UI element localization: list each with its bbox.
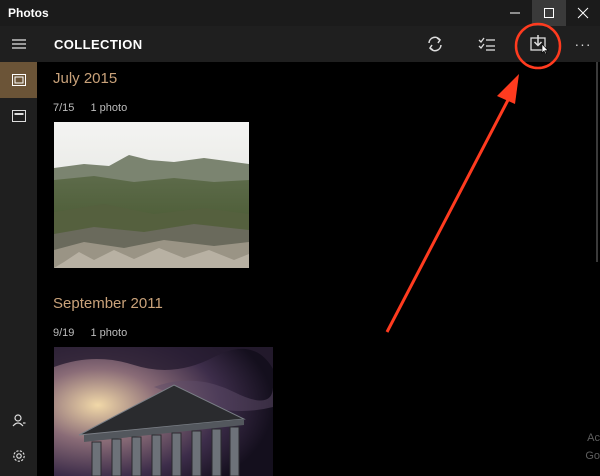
import-button[interactable] — [521, 28, 557, 60]
group-date: 9/19 — [53, 327, 75, 339]
more-icon: ··· — [574, 36, 592, 52]
group-meta: 9/19 1 photo — [53, 327, 127, 339]
group-date: 7/15 — [53, 102, 75, 114]
maximize-icon — [544, 8, 554, 18]
title-bar: Photos — [0, 0, 600, 26]
refresh-icon — [428, 36, 442, 52]
settings-icon — [12, 450, 25, 462]
sidebar-item-albums[interactable] — [0, 98, 37, 134]
sidebar-item-settings[interactable] — [0, 438, 37, 474]
activation-watermark-line2: Go — [585, 450, 600, 462]
select-button[interactable] — [469, 28, 505, 60]
hamburger-icon — [11, 39, 26, 49]
group-count: 1 photo — [90, 102, 128, 114]
temple-photo — [54, 347, 273, 476]
hamburger-menu-button[interactable] — [0, 26, 37, 62]
close-icon — [577, 7, 589, 19]
photo-thumbnail-landscape[interactable] — [54, 122, 249, 268]
sidebar-item-account[interactable] — [0, 402, 37, 438]
sidebar-item-collection[interactable] — [0, 62, 37, 98]
albums-icon — [11, 110, 26, 122]
landscape-photo — [54, 122, 249, 268]
group-title: September 2011 — [53, 295, 163, 312]
refresh-button[interactable] — [417, 28, 453, 60]
minimize-button[interactable] — [498, 0, 532, 26]
group-meta: 7/15 1 photo — [53, 102, 127, 114]
account-icon — [12, 414, 25, 427]
minimize-icon — [510, 12, 520, 14]
more-options-button[interactable]: ··· — [565, 28, 600, 60]
group-title: July 2015 — [53, 70, 118, 87]
maximize-button[interactable] — [532, 0, 566, 26]
scrollbar[interactable] — [594, 62, 600, 262]
app-title: Photos — [8, 6, 49, 20]
collection-icon — [11, 74, 26, 86]
group-count: 1 photo — [90, 327, 128, 339]
photo-thumbnail-temple[interactable] — [54, 347, 273, 476]
sidebar — [0, 26, 37, 476]
activation-watermark-line1: Ac — [587, 432, 600, 444]
page-title: COLLECTION — [54, 37, 143, 52]
select-list-icon — [478, 37, 495, 51]
header: COLLECTION ··· — [37, 26, 600, 62]
collection-content: July 2015 7/15 1 photo September 2011 9/… — [37, 62, 600, 476]
close-button[interactable] — [566, 0, 600, 26]
import-icon — [530, 35, 549, 54]
window-controls — [498, 0, 600, 26]
